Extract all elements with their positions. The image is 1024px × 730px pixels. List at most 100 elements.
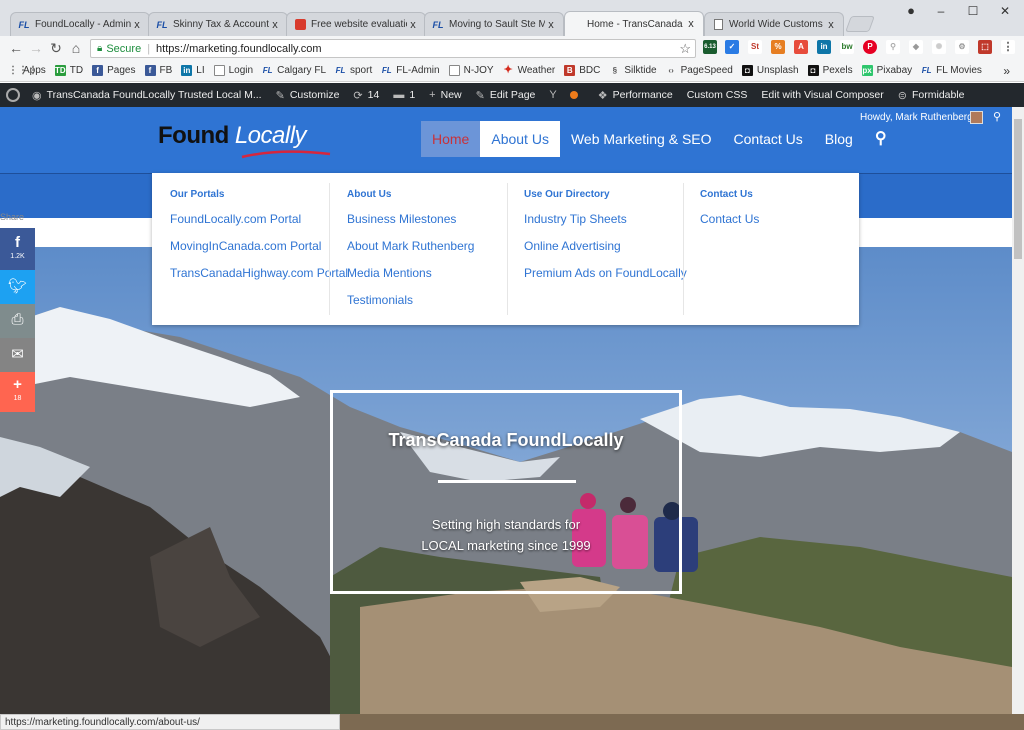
bookmark-star-icon[interactable]: ☆ [679,41,691,57]
maximize-button[interactable]: ☐ [958,3,988,19]
extension-check-icon[interactable]: ✓ [725,40,739,54]
share-twitter-button[interactable]: 🐦︎ [0,270,35,304]
admin-custom-css[interactable]: Custom CSS [687,89,748,101]
minimize-button[interactable]: – [926,3,956,19]
bookmark-fl-movies[interactable]: FL FL Movies [921,65,982,76]
bookmark-weather[interactable]: ✦ Weather [503,65,555,77]
avatar[interactable] [970,111,983,124]
howdy-greeting[interactable]: Howdy, Mark Ruthenberg [860,112,973,123]
extension-pin-icon[interactable]: ⚲ [886,40,900,54]
extension-gear-icon[interactable]: ✺ [932,40,946,54]
bookmark-pixabay[interactable]: px Pixabay [861,65,912,76]
new-tab-button[interactable] [845,16,875,32]
menu-link[interactable]: TransCanadaHighway.com Portal [170,264,348,291]
bookmarks-overflow-icon[interactable]: » [1003,64,1010,78]
tab-title: Free website evaluation [311,19,407,30]
url-text: https://marketing.foundlocally.com [156,42,322,55]
browser-tab-active[interactable]: Home - TransCanada Fou x [564,11,704,36]
extension-settings-icon[interactable]: ⚙ [955,40,969,54]
bookmark-pexels[interactable]: ◘ Pexels [807,65,853,76]
back-arrow-icon[interactable]: ← [6,40,26,56]
bookmark-fb[interactable]: f FB [144,65,172,76]
menu-link[interactable]: Premium Ads on FoundLocally [524,264,689,291]
site-logo[interactable]: Found Locally [158,122,307,150]
bookmark-unsplash[interactable]: ◘ Unsplash [741,65,799,76]
bookmark-bdc[interactable]: B BDC [564,65,600,76]
address-bar[interactable]: 🔒︎ Secure | https://marketing.foundlocal… [90,39,696,58]
admin-formidable[interactable]: ⊜ Formidable [898,89,965,102]
menu-column-heading: Our Portals [170,189,225,200]
home-icon[interactable]: ⌂ [66,40,86,56]
nav-contact-us[interactable]: Contact Us [723,121,814,157]
bookmark-silktide[interactable]: § Silktide [609,65,657,76]
browser-menu-icon[interactable]: ⋮ [1001,40,1015,54]
admin-visual-composer[interactable]: Edit with Visual Composer [761,89,883,101]
bookmark-n-joy[interactable]: N-JOY [448,65,494,76]
menu-link[interactable]: Media Mentions [347,264,507,291]
scrollbar-thumb[interactable] [1014,119,1022,259]
nav-search-icon[interactable]: ⚲ [864,121,898,157]
bookmark-login[interactable]: Login [213,65,253,76]
browser-tab[interactable]: World Wide Customs Bro x [704,12,844,36]
extension-a-icon[interactable]: A [794,40,808,54]
bookmark-pages[interactable]: f Pages [92,65,136,76]
menu-link[interactable]: Testimonials [347,291,507,318]
bookmark-sport[interactable]: FL sport [335,65,373,76]
bookmark-pagespeed[interactable]: ‹› PageSpeed [666,65,732,76]
tab-close-icon[interactable]: x [545,19,557,31]
bookmark-td[interactable]: TD TD [54,65,83,76]
admin-updates[interactable]: ⟳ 14 [353,89,379,102]
profile-icon[interactable]: ● [896,3,926,19]
nav-blog[interactable]: Blog [814,121,864,157]
yoast-icon[interactable]: Y [549,89,561,101]
nav-about-us[interactable]: About Us [480,121,560,157]
bookmark-calgary-fl[interactable]: FL Calgary FL [262,65,326,76]
admin-new[interactable]: + New [429,89,461,101]
menu-link[interactable]: Industry Tip Sheets [524,210,689,237]
extension-bw-icon[interactable]: bw [840,40,854,54]
browser-tab[interactable]: FL Moving to Sault Ste Mari x [424,12,564,36]
share-print-button[interactable]: ⎙ [0,304,35,338]
admin-site-name[interactable]: ◉ TransCanada FoundLocally Trusted Local … [32,89,262,102]
share-email-button[interactable]: ✉ [0,338,35,372]
admin-performance[interactable]: ❖ Performance [598,89,673,102]
share-more-button[interactable]: + 18 [0,372,35,412]
admin-comments[interactable]: ▬ 1 [393,89,415,101]
comments-count: 1 [409,89,416,101]
tab-close-icon[interactable]: x [269,19,281,31]
tab-close-icon[interactable]: x [685,18,697,30]
extension-seo-icon[interactable]: 6.13 [703,40,717,54]
menu-link[interactable]: Contact Us [700,210,840,237]
close-window-button[interactable]: ✕ [990,3,1020,19]
extension-st-icon[interactable]: St [748,40,762,54]
browser-tab[interactable]: Free website evaluation x [286,12,426,36]
nav-home[interactable]: Home [421,121,481,157]
share-facebook-button[interactable]: f 1.2K [0,228,35,270]
menu-link[interactable]: MovingInCanada.com Portal [170,237,340,264]
bookmark-li[interactable]: in LI [181,65,205,76]
admin-customize[interactable]: ✎ Customize [276,89,340,102]
menu-link[interactable]: FoundLocally.com Portal [170,210,340,237]
tab-close-icon[interactable]: x [131,19,143,31]
reload-icon[interactable]: ↻ [46,40,66,57]
menu-link[interactable]: Business Milestones [347,210,507,237]
extension-puzzle-icon[interactable]: ◆ [909,40,923,54]
extension-percent-icon[interactable]: % [771,40,785,54]
bookmark-fl-admin[interactable]: FL FL-Admin [381,65,440,76]
browser-tab[interactable]: FL Skinny Tax & Accounting x [148,12,288,36]
wordpress-logo-icon[interactable] [6,88,20,102]
admin-edit-page[interactable]: ✎ Edit Page [476,89,536,102]
menu-link[interactable]: Online Advertising [524,237,689,264]
extension-pdf-icon[interactable]: ⬚ [978,40,992,54]
extension-pinterest-icon[interactable]: P [863,40,877,54]
tab-close-icon[interactable]: x [825,19,837,31]
nav-web-marketing-seo[interactable]: Web Marketing & SEO [560,121,723,157]
forward-arrow-icon[interactable]: → [26,40,46,56]
bookmark-apps[interactable]: ⋮⋮⋮ Apps [8,65,46,76]
tab-close-icon[interactable]: x [407,19,419,31]
extension-linkedin-icon[interactable]: in [817,40,831,54]
admin-search-icon[interactable]: ⚲ [993,110,1001,123]
browser-tab[interactable]: FL FoundLocally - Admin - A x [10,12,150,36]
page-scrollbar[interactable] [1012,107,1024,714]
menu-link[interactable]: About Mark Ruthenberg [347,237,507,264]
